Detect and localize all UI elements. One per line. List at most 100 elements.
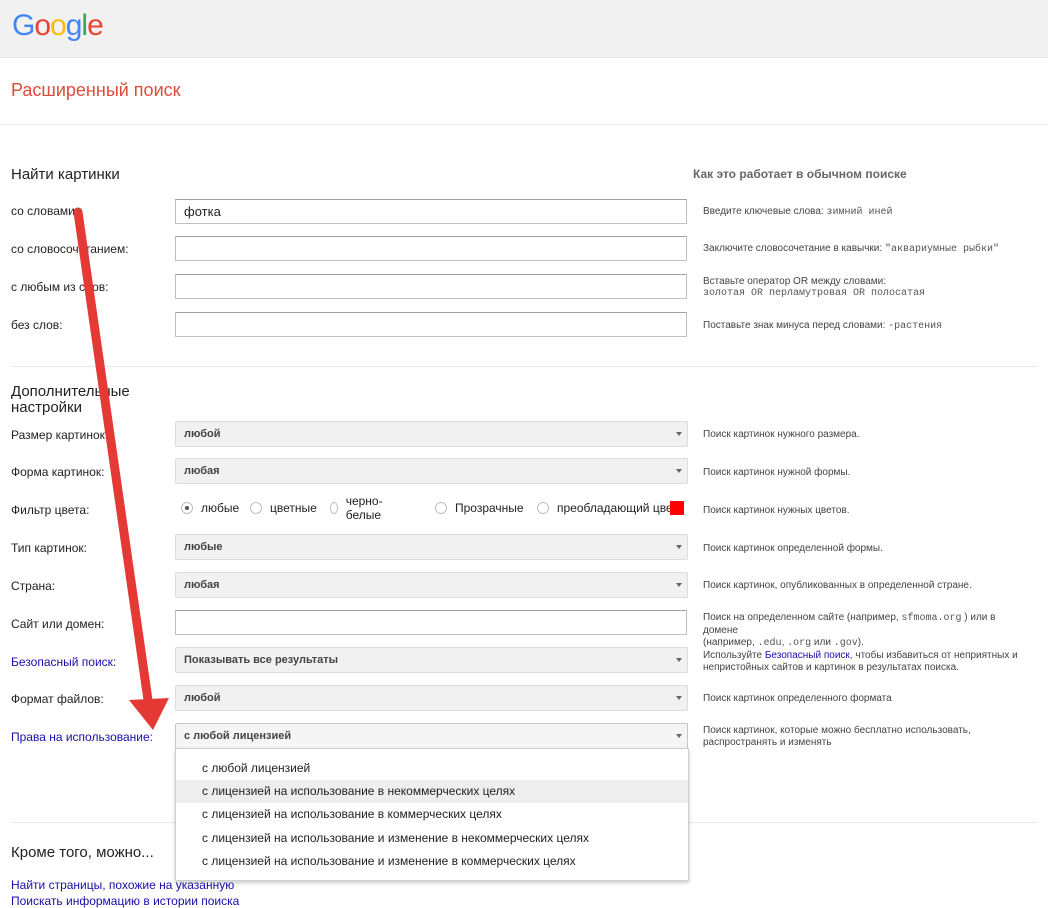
radio-label: любые	[201, 501, 240, 515]
help-column-header: Как это работает в обычном поиске	[693, 167, 907, 181]
hint-example: -растения	[888, 321, 943, 332]
hint-file-type: Поиск картинок определенного формата	[703, 693, 892, 704]
safesearch-select[interactable]: Показывать все результаты	[175, 647, 688, 673]
section-title-more: Дополнительные настройки	[11, 384, 130, 416]
usage-rights-label-link[interactable]: Права на использование:	[11, 730, 153, 744]
country-select[interactable]: любая	[175, 572, 688, 598]
hint-none-words: Поставьте знак минуса перед словами: -ра…	[703, 320, 1033, 333]
hint-color-filter: Поиск картинок нужных цветов.	[703, 505, 850, 516]
label-country: Страна:	[11, 579, 56, 593]
hint-code: sfmoma.org	[901, 613, 962, 624]
dropdown-option[interactable]: с лицензией на использование и изменение…	[176, 850, 688, 873]
label-file-type: Формат файлов:	[11, 692, 104, 706]
dropdown-arrow-icon	[676, 469, 682, 473]
aspect-ratio-select[interactable]: любая	[175, 458, 688, 484]
hint-text: Поставьте знак минуса перед словами:	[703, 320, 886, 331]
radio-unchecked-icon	[435, 502, 447, 514]
hint-text: Введите ключевые слова:	[703, 206, 824, 217]
label-any-words: с любым из слов:	[11, 280, 109, 294]
hint-text: Вставьте оператор OR между словами:	[703, 276, 886, 287]
label-image-size: Размер картинок:	[11, 428, 109, 442]
hint-text: ).	[857, 637, 864, 648]
select-value: с любой лицензией	[184, 730, 292, 742]
hint-text: или	[813, 637, 831, 648]
dominant-color-swatch[interactable]	[670, 501, 684, 515]
hint-text: Заключите словосочетание в кавычки:	[703, 243, 883, 254]
hint-text: распространять и изменять	[703, 737, 832, 748]
hint-image-type: Поиск картинок определенной формы.	[703, 543, 883, 554]
hint-site-domain: Поиск на определенном сайте (например, s…	[703, 612, 1033, 650]
hint-example: зимний иней	[826, 207, 893, 218]
dropdown-arrow-icon	[676, 734, 682, 738]
google-logo[interactable]: Google	[12, 9, 104, 43]
exact-phrase-input[interactable]	[175, 236, 687, 261]
radio-color-transparent[interactable]: Прозрачные	[435, 499, 524, 517]
radio-unchecked-icon	[537, 502, 549, 514]
safesearch-hint-link[interactable]: Безопасный поиск	[765, 650, 850, 661]
divider	[0, 124, 1048, 125]
hint-safesearch: Используйте Безопасный поиск, чтобы изба…	[703, 650, 1033, 674]
select-value: любая	[184, 579, 220, 591]
hint-text: , чтобы избавиться от неприятных и	[849, 650, 1018, 661]
hint-all-words: Введите ключевые слова: зимний иней	[703, 206, 1033, 219]
image-type-select[interactable]: любые	[175, 534, 688, 560]
hint-example: "аквариумные рыбки"	[884, 244, 999, 255]
label-aspect-ratio: Форма картинок:	[11, 465, 105, 479]
file-type-select[interactable]: любой	[175, 685, 688, 711]
hint-image-size: Поиск картинок нужного размера.	[703, 429, 860, 440]
radio-unchecked-icon	[330, 502, 338, 514]
radio-color-any[interactable]: любые	[181, 499, 239, 517]
radio-color-full[interactable]: цветные	[250, 499, 317, 517]
safesearch-label-link[interactable]: Безопасный поиск:	[11, 655, 116, 669]
section-title-also: Кроме того, можно...	[11, 844, 154, 861]
usage-rights-select[interactable]: с любой лицензией	[175, 723, 688, 749]
radio-color-bw[interactable]: черно-белые	[330, 494, 387, 522]
label-site-domain: Сайт или домен:	[11, 617, 105, 631]
annotation-arrow-head	[129, 698, 169, 730]
hint-text: ,	[781, 637, 785, 648]
all-words-input[interactable]	[175, 199, 687, 224]
logo-letter: g	[65, 9, 83, 42]
dropdown-option[interactable]: с любой лицензией	[176, 757, 688, 780]
dropdown-option[interactable]: с лицензией на использование и изменение…	[176, 827, 688, 850]
select-value: любой	[184, 692, 221, 704]
dropdown-arrow-icon	[676, 696, 682, 700]
hint-code: .gov	[833, 638, 858, 649]
logo-letter: e	[87, 9, 104, 42]
select-value: любой	[184, 428, 221, 440]
radio-label: черно-белые	[345, 494, 383, 522]
dropdown-arrow-icon	[676, 658, 682, 662]
select-value: Показывать все результаты	[184, 654, 339, 666]
logo-letter: o	[34, 9, 51, 42]
hint-text: Используйте	[703, 650, 763, 661]
section-title-line: настройки	[11, 399, 83, 416]
label-image-type: Тип картинок:	[11, 541, 88, 555]
none-words-input[interactable]	[175, 312, 687, 337]
hint-exact-phrase: Заключите словосочетание в кавычки: "акв…	[703, 243, 1033, 256]
logo-letter: G	[12, 9, 35, 42]
hint-country: Поиск картинок, опубликованных в определ…	[703, 580, 972, 591]
select-value: любые	[184, 541, 223, 553]
link-search-history[interactable]: Поискать информацию в истории поиска	[11, 894, 239, 908]
dropdown-arrow-icon	[676, 432, 682, 436]
any-words-input[interactable]	[175, 274, 687, 299]
hint-text: непристойных сайтов и картинок в результ…	[703, 662, 959, 673]
radio-checked-icon	[181, 502, 193, 514]
hint-example: золотая OR перламутровая OR полосатая	[703, 288, 926, 299]
radio-label: Прозрачные	[455, 501, 524, 515]
label-exact-phrase: со словосочетанием:	[11, 242, 129, 256]
hint-any-words: Вставьте оператор OR между словами: золот…	[703, 276, 1033, 300]
radio-color-dominant[interactable]: преобладающий цвет	[537, 499, 675, 517]
label-color-filter: Фильтр цвета:	[11, 503, 90, 517]
dropdown-option[interactable]: с лицензией на использование в некоммерч…	[176, 780, 688, 803]
usage-rights-dropdown-list: с любой лицензией с лицензией на использ…	[175, 748, 689, 881]
hint-usage-rights: Поиск картинок, которые можно бесплатно …	[703, 725, 1033, 749]
dropdown-arrow-icon	[676, 583, 682, 587]
image-size-select[interactable]: любой	[175, 421, 688, 447]
page-title: Расширенный поиск	[11, 80, 181, 100]
header-bar: Google	[0, 0, 1048, 58]
site-domain-input[interactable]	[175, 610, 687, 635]
logo-letter: o	[50, 9, 67, 42]
label-all-words: со словами:	[11, 204, 79, 218]
dropdown-option[interactable]: с лицензией на использование в коммерчес…	[176, 803, 688, 826]
